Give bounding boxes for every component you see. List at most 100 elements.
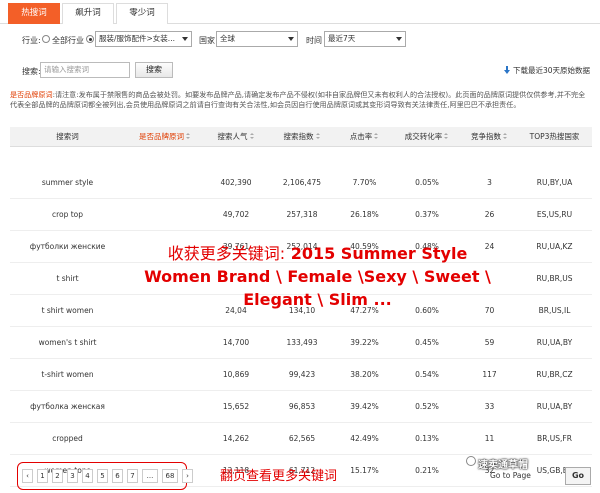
cell-conversion: 0.37%: [415, 210, 439, 219]
page-button[interactable]: 3: [67, 469, 78, 483]
col-keyword: 搜索词: [10, 127, 125, 147]
cell-keyword: summer style: [41, 178, 94, 187]
cell-search-index: 62,565: [288, 434, 316, 443]
all-industry-radio[interactable]: [42, 35, 50, 43]
cell-top3: RU,BY,UA: [536, 178, 573, 187]
table-row: summer style 402,390 2,106,475 7.70% 0.05% 3 R…: [10, 167, 592, 199]
cell-conversion: 0.21%: [415, 466, 439, 475]
col-competition[interactable]: 竞争指数: [462, 127, 517, 147]
brand-notice: 是否品牌原词:请注意:发布属于禁限售的商品会被处罚。如要发布品牌产品,请确定发布…: [10, 90, 592, 109]
country-select[interactable]: 全球: [216, 31, 298, 47]
page-button[interactable]: 5: [97, 469, 108, 483]
industry-radio[interactable]: [86, 35, 94, 43]
cell-top3: RU,BR,US: [536, 274, 573, 283]
search-button[interactable]: 搜索: [135, 62, 173, 78]
cell-popularity: 15,652: [222, 402, 250, 411]
filter-row: 行业: 全部行业 服装/服饰配件>女装... 国家 全球 时间 最近7天: [0, 26, 600, 56]
sort-icon: [503, 133, 508, 139]
industry-select[interactable]: 服装/服饰配件>女装...: [95, 31, 192, 47]
cell-competition: 117: [482, 370, 497, 379]
page-button[interactable]: 1: [37, 469, 48, 483]
tab-hot-search[interactable]: 热搜词: [8, 3, 60, 24]
sort-icon: [315, 133, 321, 139]
go-button[interactable]: Go: [565, 467, 591, 485]
cell-search-index: 133,493: [286, 338, 318, 347]
col-brand-label: 是否品牌原词: [139, 132, 184, 141]
cell-search-index: 99,423: [288, 370, 316, 379]
cell-conversion: 0.54%: [415, 370, 439, 379]
cell-competition: 59: [484, 338, 495, 347]
cell-keyword: футболка женская: [30, 402, 105, 411]
col-conversion[interactable]: 成交转化率: [392, 127, 462, 147]
cell-ctr: 26.18%: [350, 210, 379, 219]
cell-top3: BR,US,FR: [537, 434, 572, 443]
time-select[interactable]: 最近7天: [324, 31, 406, 47]
industry-label: 行业:: [22, 36, 41, 45]
keyword-table: 搜索词 是否品牌原词 搜索人气 搜索指数 点击率 成交转化率 竞争指数 TOP3…: [10, 127, 592, 487]
search-input[interactable]: 请输入搜索词: [40, 62, 130, 78]
cell-keyword: women's t shirt: [38, 338, 97, 347]
overlay-line1-rest: 2015 Summer Style: [290, 244, 468, 263]
cell-conversion: 0.45%: [415, 338, 439, 347]
sort-icon: [374, 133, 379, 139]
col-conversion-label: 成交转化率: [404, 132, 443, 141]
page-button[interactable]: 2: [52, 469, 63, 483]
cell-competition: 33: [484, 402, 495, 411]
wechat-icon: [466, 456, 476, 466]
cell-popularity: 10,869: [222, 370, 250, 379]
cell-ctr: 7.70%: [352, 178, 377, 187]
overlay-line-2: Women Brand \ Female \Sexy \ Sweet \: [144, 267, 491, 286]
page-button[interactable]: 7: [127, 469, 138, 483]
watermark: 速卖通草帽: [478, 460, 528, 471]
cell-top3: RU,BR,CZ: [536, 370, 573, 379]
col-ctr[interactable]: 点击率: [337, 127, 392, 147]
cell-conversion: 0.05%: [415, 178, 439, 187]
cell-popularity: 14,262: [222, 434, 250, 443]
table-header: 搜索词 是否品牌原词 搜索人气 搜索指数 点击率 成交转化率 竞争指数 TOP3…: [10, 127, 592, 147]
cell-keyword: футболки женские: [29, 242, 106, 251]
page-button[interactable]: 4: [82, 469, 93, 483]
industry-select-value: 服装/服饰配件>女装...: [99, 34, 175, 43]
cell-conversion: 0.52%: [415, 402, 439, 411]
overlay-line-1: 收获更多关键词: 2015 Summer Style: [120, 242, 515, 265]
page-button[interactable]: ...: [142, 469, 158, 483]
cell-conversion: 0.13%: [415, 434, 439, 443]
country-label: 国家: [199, 36, 215, 45]
download-link[interactable]: 下载最近30天原始数据: [503, 65, 590, 76]
sort-icon: [249, 133, 255, 139]
next-page-button[interactable]: ›: [182, 469, 193, 483]
col-popularity[interactable]: 搜索人气: [205, 127, 267, 147]
col-brand[interactable]: 是否品牌原词: [125, 127, 205, 147]
search-label: 搜索:: [22, 67, 41, 76]
sort-icon: [186, 133, 191, 139]
cell-popularity: 49,702: [222, 210, 250, 219]
col-search-index-label: 搜索指数: [283, 132, 314, 141]
col-ctr-label: 点击率: [349, 132, 373, 141]
cell-ctr: 39.42%: [350, 402, 379, 411]
col-search-index[interactable]: 搜索指数: [267, 127, 337, 147]
cell-search-index: 96,853: [288, 402, 316, 411]
page-button[interactable]: 6: [112, 469, 123, 483]
tab-bar: 热搜词 飙升词 零少词: [0, 0, 600, 24]
col-keyword-label: 搜索词: [56, 132, 79, 141]
table-row: t-shirt women 10,869 99,423 38.20% 0.54% 117 R…: [10, 359, 592, 391]
cell-keyword: crop top: [51, 210, 84, 219]
tab-rising[interactable]: 飙升词: [62, 3, 114, 24]
cell-search-index: 257,318: [286, 210, 318, 219]
cell-top3: ES,US,RU: [536, 210, 573, 219]
pager-note: 翻页查看更多关键词: [220, 469, 338, 484]
sort-icon: [444, 133, 449, 139]
download-label: 下载最近30天原始数据: [512, 66, 590, 75]
cell-keyword: t shirt: [56, 274, 79, 283]
chevron-down-icon: [396, 37, 402, 41]
cell-top3: RU,UA,BY: [536, 338, 573, 347]
cell-top3: RU,UA,KZ: [536, 242, 573, 251]
tab-low-search[interactable]: 零少词: [116, 3, 168, 24]
page-button[interactable]: 68: [162, 469, 178, 483]
cell-ctr: 39.22%: [350, 338, 379, 347]
cell-ctr: 38.20%: [350, 370, 379, 379]
cell-keyword: t-shirt women: [41, 370, 94, 379]
prev-page-button[interactable]: ‹: [22, 469, 33, 483]
overlay-cn: 收获更多关键词:: [167, 244, 286, 263]
cell-top3: RU,UA,BY: [536, 402, 573, 411]
